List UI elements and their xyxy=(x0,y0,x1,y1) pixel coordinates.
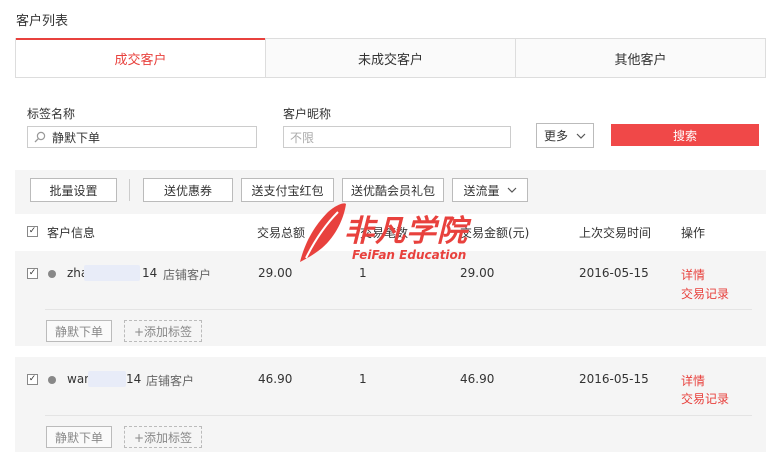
tag-name-label: 标签名称 xyxy=(27,107,76,121)
masked-name xyxy=(88,371,126,387)
send-coupon-button[interactable]: 送优惠券 xyxy=(143,178,233,202)
send-member-gift-button[interactable]: 送优酷会员礼包 xyxy=(342,178,444,202)
toolbar-divider xyxy=(129,179,130,201)
trade-records-link[interactable]: 交易记录 xyxy=(681,285,729,302)
detail-link[interactable]: 详情 xyxy=(681,372,705,389)
search-icon xyxy=(34,131,46,143)
search-button[interactable]: 搜索 xyxy=(611,124,759,146)
checkbox-checked-icon: ✓ xyxy=(28,268,37,278)
tag-name-input[interactable]: 静默下单 xyxy=(27,126,257,148)
watermark-title: 非凡学院 xyxy=(344,214,468,249)
column-header-last-date: 上次交易时间 xyxy=(579,226,652,240)
trade-count: 1 xyxy=(359,372,367,386)
more-dropdown[interactable]: 更多 xyxy=(536,123,594,148)
chevron-down-icon xyxy=(576,133,586,139)
add-tag-button[interactable]: +添加标签 xyxy=(124,426,202,448)
watermark-subtitle: FeiFan Education xyxy=(352,248,467,262)
row-divider xyxy=(45,415,752,416)
add-tag-button[interactable]: +添加标签 xyxy=(124,320,202,342)
last-trade-date: 2016-05-15 xyxy=(579,372,649,386)
send-traffic-label: 送流量 xyxy=(463,183,500,198)
checkbox-checked-icon: ✓ xyxy=(28,226,37,236)
trade-amount: 29.00 xyxy=(460,266,495,280)
column-header-actions: 操作 xyxy=(681,226,706,240)
more-label: 更多 xyxy=(543,129,568,143)
trade-amount: 46.90 xyxy=(460,372,495,386)
select-all-checkbox[interactable]: ✓ xyxy=(27,226,38,237)
customer-tabs: 成交客户 未成交客户 其他客户 xyxy=(15,38,766,78)
user-dot-icon xyxy=(48,270,56,278)
checkbox-checked-icon: ✓ xyxy=(28,374,37,384)
page-title: 客户列表 xyxy=(16,14,69,29)
trade-total: 29.00 xyxy=(258,266,293,280)
tab-deal-customers[interactable]: 成交客户 xyxy=(16,38,265,77)
send-alipay-redpacket-button[interactable]: 送支付宝红包 xyxy=(241,178,334,202)
tab-other-customers[interactable]: 其他客户 xyxy=(515,39,765,77)
trade-records-link[interactable]: 交易记录 xyxy=(681,390,729,407)
tag-chip[interactable]: 静默下单 xyxy=(46,320,112,342)
tag-chip[interactable]: 静默下单 xyxy=(46,426,112,448)
tab-no-deal-customers[interactable]: 未成交客户 xyxy=(265,39,515,77)
batch-settings-button[interactable]: 批量设置 xyxy=(30,178,117,202)
customer-name-end: 14 xyxy=(142,266,158,280)
nickname-label: 客户昵称 xyxy=(283,107,332,121)
row-checkbox[interactable]: ✓ xyxy=(27,374,38,385)
tag-name-value: 静默下单 xyxy=(52,130,101,145)
trade-total: 46.90 xyxy=(258,372,293,386)
customer-type: 店铺客户 xyxy=(146,374,195,388)
row-checkbox[interactable]: ✓ xyxy=(27,268,38,279)
row-divider xyxy=(45,309,752,310)
watermark: 非凡学院 FeiFan Education xyxy=(286,202,491,266)
nickname-input[interactable]: 不限 xyxy=(283,126,511,148)
customer-name-end: 14 xyxy=(126,372,142,386)
chevron-down-icon xyxy=(507,187,516,193)
send-traffic-dropdown[interactable]: 送流量 xyxy=(452,178,528,202)
trade-count: 1 xyxy=(359,266,367,280)
masked-name xyxy=(84,265,140,281)
user-dot-icon xyxy=(48,376,56,384)
detail-link[interactable]: 详情 xyxy=(681,266,705,283)
customer-type: 店铺客户 xyxy=(163,268,212,282)
column-header-customer-info: 客户信息 xyxy=(47,226,96,240)
nickname-placeholder: 不限 xyxy=(290,130,315,145)
last-trade-date: 2016-05-15 xyxy=(579,266,649,280)
